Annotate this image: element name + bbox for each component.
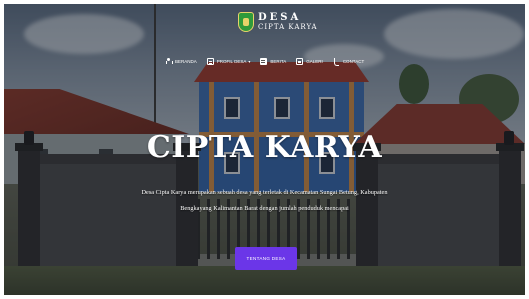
nav-item-beranda[interactable]: BERANDA [165,58,197,65]
brand-name-line1: DESA [258,12,302,23]
hero-description-line2: Bengkayang Kalimantan Barat dengan jumla… [180,205,349,212]
village-emblem-icon [238,12,254,32]
id-card-icon [206,58,214,65]
chevron-down-icon: ▾ [248,59,251,64]
document-icon [260,58,268,65]
main-nav: BERANDA PROFIL DESA ▾ BERITA GALERI CONT… [165,58,374,66]
hero-description-line1: Desa Cipta Karya merupakan sebuah desa y… [141,189,388,196]
nav-item-galeri[interactable]: GALERI [296,58,323,65]
nav-item-profil-desa[interactable]: PROFIL DESA ▾ [206,58,251,65]
nav-item-label: PROFIL DESA [216,59,247,64]
hero-description: Desa Cipta Karya merupakan sebuah desa y… [110,185,419,217]
brand-text: DESA CIPTA KARYA [258,13,318,31]
nav-item-label: BERANDA [175,59,197,64]
image-icon [296,58,304,65]
nav-item-label: BERITA [270,59,287,64]
nav-item-label: CONTACT [342,59,365,64]
brand-name-line2: CIPTA KARYA [258,23,318,31]
phone-icon [333,58,340,66]
hero-title: CIPTA KARYA [146,130,383,165]
nav-item-label: GALERI [306,59,323,64]
nav-item-berita[interactable]: BERITA [260,58,286,65]
running-person-icon [165,58,173,65]
nav-item-contact[interactable]: CONTACT [333,58,365,66]
about-village-button[interactable]: TENTANG DESA [235,247,297,270]
site-brand[interactable]: DESA CIPTA KARYA [238,12,318,32]
